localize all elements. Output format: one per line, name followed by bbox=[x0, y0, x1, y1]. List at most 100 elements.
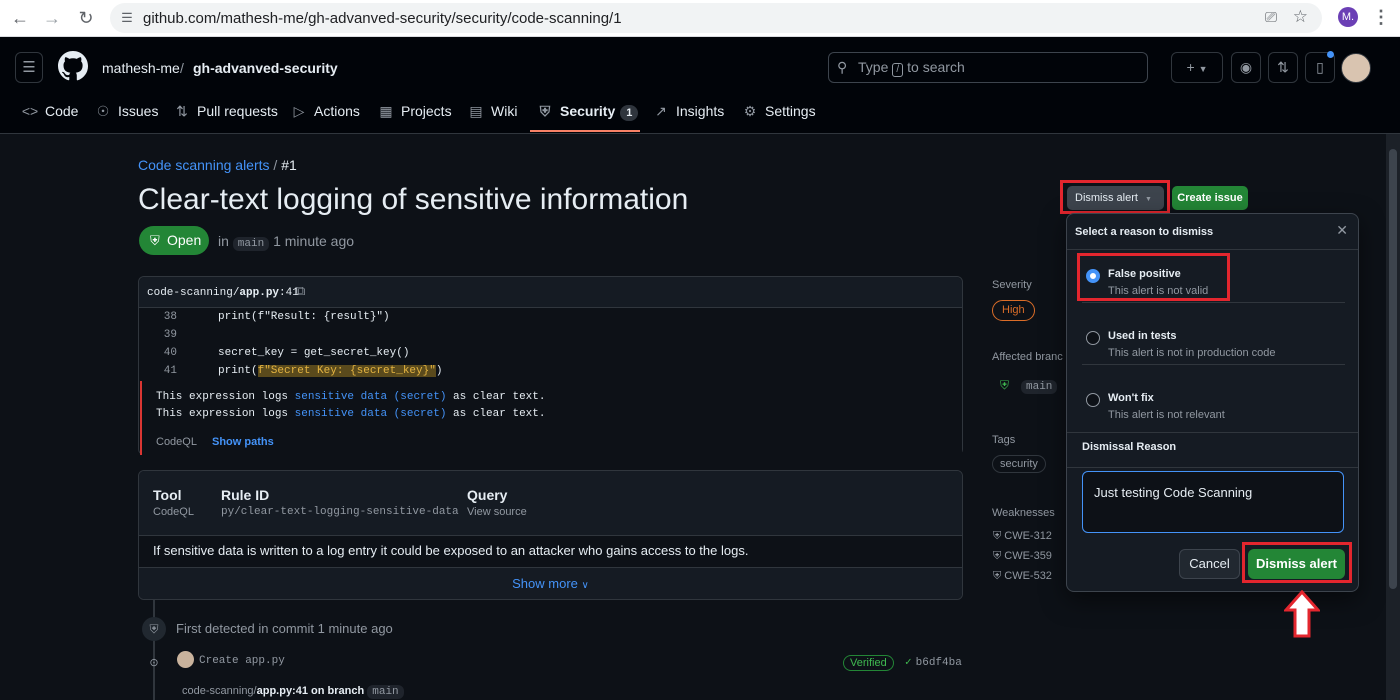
first-detected-label: First detected in commit bbox=[176, 621, 314, 636]
cwe-link[interactable]: ⛨ CWE-312 bbox=[993, 530, 1055, 543]
hamburger-menu-icon[interactable]: ☰ bbox=[15, 52, 43, 83]
search-input[interactable]: ⚲ Type / to search bbox=[828, 52, 1148, 83]
tag-pill[interactable]: security bbox=[992, 455, 1046, 473]
repo-name-link[interactable]: gh-advanved-security bbox=[193, 60, 338, 76]
timeline-line bbox=[153, 600, 155, 700]
bookmark-star-icon[interactable]: ☆ bbox=[1293, 7, 1308, 27]
shield-icon: ⛨ bbox=[993, 530, 1002, 542]
close-icon[interactable]: ✕ bbox=[1336, 222, 1348, 239]
graph-icon: ↗ bbox=[655, 103, 667, 119]
create-issue-button[interactable]: Create issue bbox=[1172, 186, 1248, 210]
show-more-label: Show more bbox=[512, 576, 578, 591]
tab-issues[interactable]: ☉ Issues bbox=[94, 96, 159, 134]
dismissal-reason-heading: Dismissal Reason bbox=[1067, 432, 1358, 468]
shield-icon: ⛨ bbox=[993, 550, 1002, 562]
show-paths-link[interactable]: Show paths bbox=[212, 436, 274, 448]
tab-settings[interactable]: ⚙ Settings bbox=[741, 96, 816, 134]
gear-icon: ⚙ bbox=[743, 103, 757, 119]
active-tab-underline bbox=[530, 130, 640, 132]
pull-requests-icon[interactable]: ⇅ bbox=[1268, 52, 1298, 83]
tab-wiki[interactable]: ▤ Wiki bbox=[467, 96, 517, 134]
page-scrollbar[interactable] bbox=[1386, 134, 1400, 700]
dismiss-alert-dropdown-button[interactable]: Dismiss alert ▼ bbox=[1067, 186, 1164, 210]
view-source-link[interactable]: View source bbox=[467, 506, 527, 518]
commit-sha[interactable]: ✓ b6df4ba bbox=[905, 655, 962, 669]
radio-unselected[interactable] bbox=[1086, 331, 1100, 345]
line-code: print(f"Result: {result}") bbox=[218, 311, 390, 323]
alert-messages: This expression logs sensitive data (sec… bbox=[140, 381, 962, 455]
cwe-label: CWE-312 bbox=[1004, 530, 1052, 542]
line-number: 41 bbox=[163, 365, 177, 377]
reload-icon[interactable]: ↻ bbox=[75, 8, 97, 28]
copilot-issues-icon[interactable]: ◉ bbox=[1231, 52, 1261, 83]
option-description: This alert is not valid bbox=[1108, 285, 1209, 297]
commit-message-link[interactable]: Create app.py bbox=[199, 655, 285, 667]
triangle-down-icon: ▼ bbox=[1145, 196, 1152, 203]
affected-branches-heading: Affected branc bbox=[992, 351, 1063, 363]
file-dir: code-scanning/ bbox=[147, 287, 240, 299]
affected-branch-pill[interactable]: main bbox=[1021, 380, 1058, 394]
tags-heading: Tags bbox=[992, 434, 1016, 446]
rule-id-heading: Rule ID bbox=[221, 487, 270, 503]
rule-info-header: Tool CodeQL Rule ID py/clear-text-loggin… bbox=[139, 471, 962, 536]
scrollbar-thumb[interactable] bbox=[1389, 149, 1397, 589]
tab-code[interactable]: <> Code bbox=[21, 96, 79, 134]
tab-pull-requests[interactable]: ⇅ Pull requests bbox=[173, 96, 278, 134]
confirm-dismiss-button[interactable]: Dismiss alert bbox=[1248, 549, 1345, 579]
detection-location: code-scanning/app.py:41 on branch main bbox=[182, 685, 404, 699]
branch-pill: main bbox=[232, 237, 270, 251]
browser-toolbar: ← → ↻ ☰ github.com/mathesh-me/gh-advanve… bbox=[0, 0, 1400, 37]
install-app-icon[interactable]: ⎚ bbox=[1265, 9, 1277, 26]
security-count-badge: 1 bbox=[620, 105, 639, 121]
copy-icon[interactable]: ⧉ bbox=[296, 283, 305, 299]
url-text[interactable]: github.com/mathesh-me/gh-advanved-securi… bbox=[143, 10, 622, 27]
address-bar[interactable]: ☰ github.com/mathesh-me/gh-advanved-secu… bbox=[110, 3, 1322, 33]
cancel-button[interactable]: Cancel bbox=[1179, 549, 1240, 579]
line-number: 39 bbox=[163, 329, 177, 341]
site-settings-icon[interactable]: ☰ bbox=[118, 9, 136, 27]
commit-author-avatar[interactable] bbox=[177, 651, 194, 668]
user-avatar[interactable] bbox=[1341, 53, 1371, 83]
tool-value: CodeQL bbox=[153, 506, 194, 518]
shield-check-icon: ⛨ bbox=[1000, 378, 1010, 392]
table-icon: ▦ bbox=[379, 103, 393, 119]
chevron-down-icon: ∨ bbox=[581, 580, 589, 591]
tab-insights[interactable]: ↗ Insights bbox=[652, 96, 724, 134]
tab-actions[interactable]: ▷ Actions bbox=[290, 96, 360, 134]
breadcrumb: Code scanning alerts / #1 bbox=[138, 157, 297, 173]
rule-info-panel: Tool CodeQL Rule ID py/clear-text-loggin… bbox=[138, 470, 963, 600]
dismissal-reason-textarea[interactable]: Just testing Code Scanning bbox=[1082, 471, 1344, 533]
radio-selected[interactable] bbox=[1086, 269, 1100, 283]
breadcrumb-code-scanning-link[interactable]: Code scanning alerts bbox=[138, 157, 270, 173]
reason-option-false-positive[interactable]: False positive This alert is not valid bbox=[1067, 256, 1358, 318]
github-logo-icon[interactable] bbox=[58, 51, 88, 81]
file-path[interactable]: code-scanning/app.py:41 bbox=[147, 287, 299, 299]
cwe-link[interactable]: ⛨ CWE-532 bbox=[993, 570, 1055, 583]
tab-label: Actions bbox=[314, 103, 360, 119]
forward-icon[interactable]: → bbox=[41, 8, 63, 28]
verified-badge[interactable]: Verified bbox=[843, 655, 894, 671]
code-line: 40 secret_key = get_secret_key() bbox=[139, 347, 962, 365]
menu-kebab-icon[interactable]: ⋮ bbox=[1372, 7, 1390, 28]
message-text: as clear text. bbox=[446, 408, 546, 420]
code-line: 38 print(f"Result: {result}") bbox=[139, 311, 962, 329]
radio-unselected[interactable] bbox=[1086, 393, 1100, 407]
repo-owner-link[interactable]: mathesh-me bbox=[102, 60, 180, 76]
shield-icon: ⛨ bbox=[539, 103, 551, 119]
code-post: ) bbox=[435, 365, 443, 377]
tab-security[interactable]: ⛨ Security 1 bbox=[536, 96, 639, 134]
create-new-button[interactable]: + ▼ bbox=[1171, 52, 1223, 83]
code-snippet-panel: code-scanning/app.py:41 ⧉ 38 print(f"Resu… bbox=[138, 276, 963, 455]
cwe-link[interactable]: ⛨ CWE-359 bbox=[993, 550, 1055, 563]
sensitive-data-link[interactable]: sensitive data (secret) bbox=[295, 408, 447, 420]
show-more-button[interactable]: Show more ∨ bbox=[139, 567, 962, 599]
back-icon[interactable]: ← bbox=[9, 8, 31, 28]
profile-avatar[interactable]: M. bbox=[1338, 7, 1358, 27]
sensitive-data-link[interactable]: sensitive data (secret) bbox=[295, 391, 447, 403]
tab-label: Settings bbox=[765, 103, 816, 119]
tab-label: Projects bbox=[401, 103, 452, 119]
play-icon: ▷ bbox=[293, 103, 305, 119]
tab-projects[interactable]: ▦ Projects bbox=[377, 96, 452, 134]
query-heading: Query bbox=[467, 487, 508, 503]
reason-option-used-in-tests[interactable]: Used in tests This alert is not in produ… bbox=[1067, 318, 1358, 380]
